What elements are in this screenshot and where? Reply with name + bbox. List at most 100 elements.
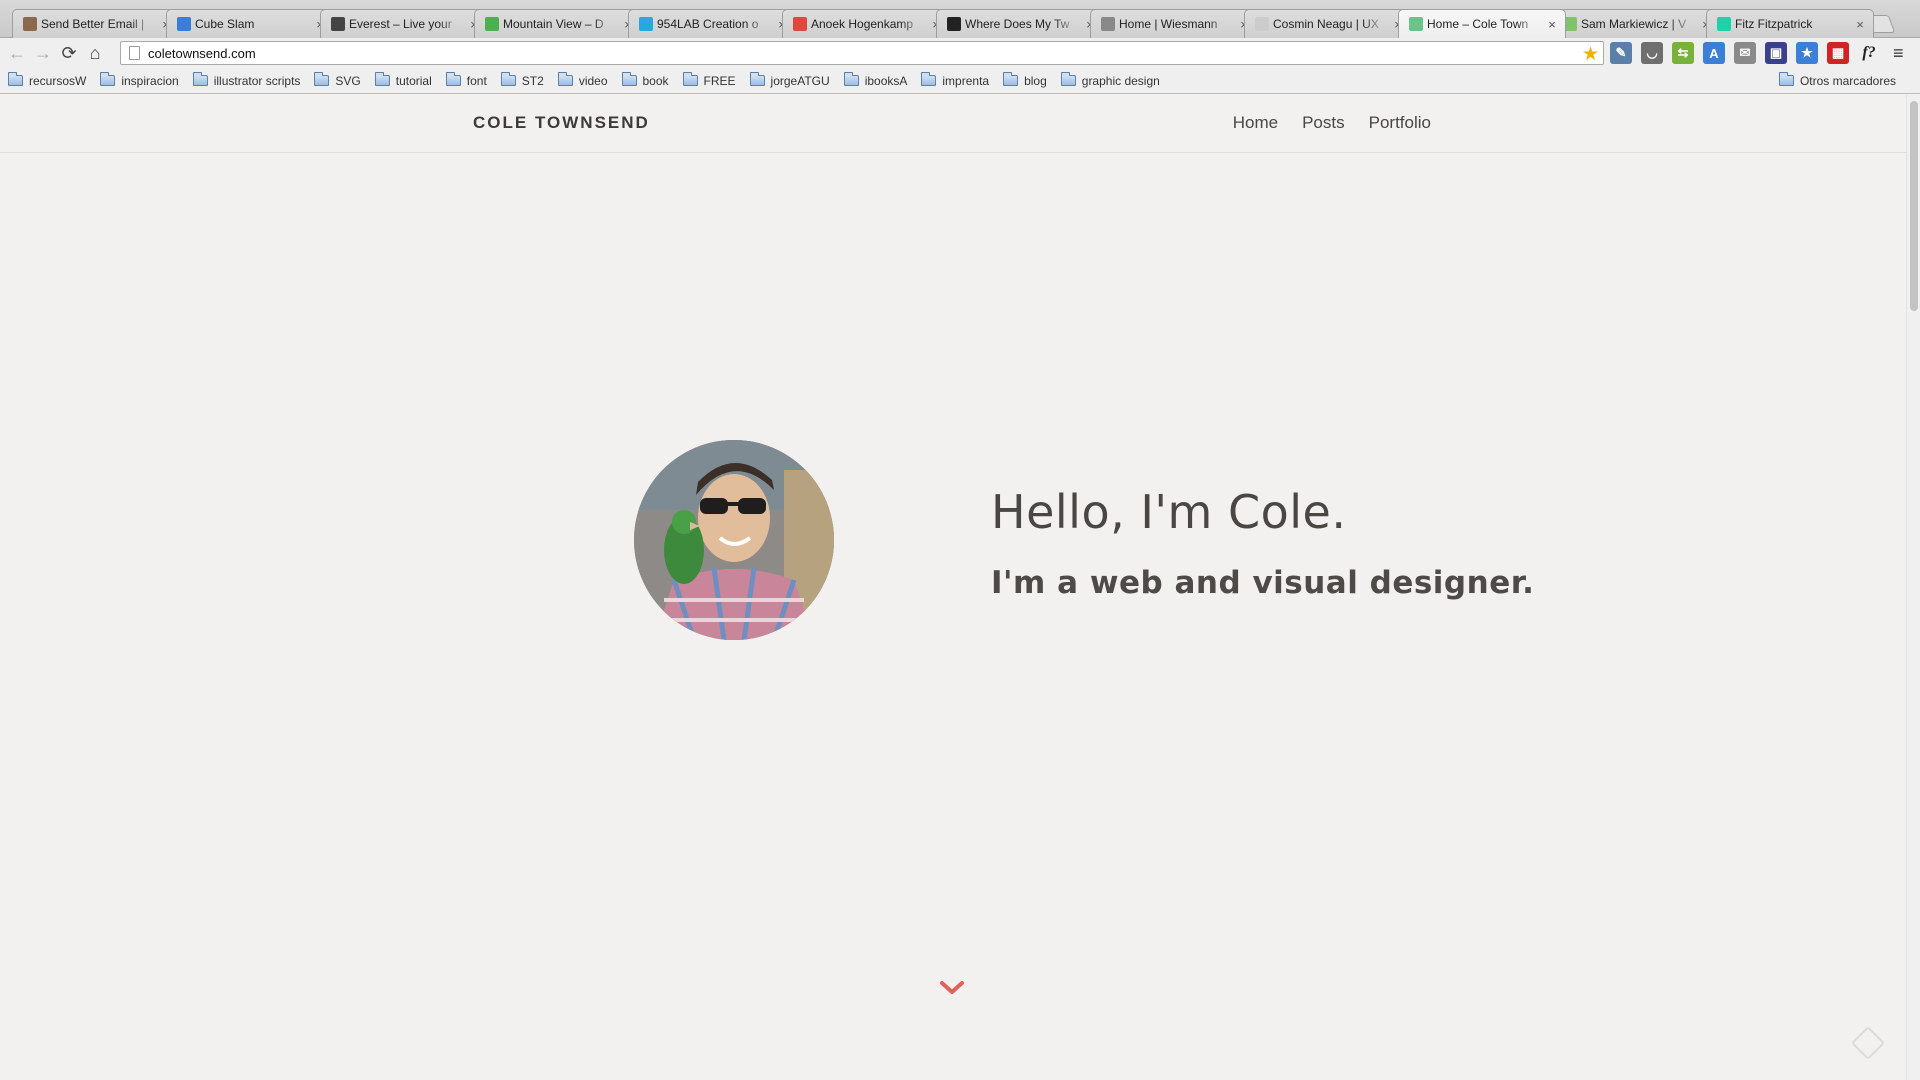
bookmark-folder[interactable]: inspiracion — [100, 72, 179, 88]
address-input[interactable] — [148, 45, 1448, 61]
browser-tab[interactable]: Anoek Hogenkamp× — [782, 9, 950, 38]
bookmark-folder[interactable]: imprenta — [921, 72, 990, 88]
folder-icon — [500, 72, 516, 86]
nav-portfolio-link[interactable]: Portfolio — [1369, 113, 1431, 133]
tab-title: Sam Markiewicz | V — [1581, 17, 1687, 31]
page-viewport: COLE TOWNSEND Home Posts Portfolio Hello… — [0, 95, 1906, 1080]
tab-title: Cube Slam — [195, 17, 255, 31]
page-scrollbar[interactable] — [1906, 95, 1920, 1080]
folder-icon — [1003, 72, 1019, 86]
bookmarks-bar: recursosW inspiracion illustrator scripts S… — [0, 68, 1920, 94]
close-icon[interactable]: × — [1853, 17, 1867, 32]
tab-title: Home – Cole Town — [1427, 17, 1529, 31]
tab-title: Home | Wiesmann — [1119, 17, 1218, 31]
browser-tab[interactable]: Cosmin Neagu | UX× — [1244, 9, 1412, 38]
browser-tab[interactable]: 954LAB Creation o× — [628, 9, 796, 38]
folder-icon — [921, 72, 937, 86]
bookmark-folder[interactable]: blog — [1003, 72, 1047, 88]
browser-tab[interactable]: Fitz Fitzpatrick × — [1706, 9, 1874, 38]
folder-icon — [621, 72, 637, 86]
browser-tab[interactable]: Sam Markiewicz | V× — [1552, 9, 1720, 38]
bookmark-folder[interactable]: FREE — [682, 72, 736, 88]
folder-icon — [749, 72, 765, 86]
tab-title: Anoek Hogenkamp — [811, 17, 914, 31]
tab-title: Mountain View – D — [503, 17, 604, 31]
red-grid-icon[interactable]: ▦ — [1827, 42, 1849, 64]
bookmark-label: FREE — [703, 73, 736, 88]
tab-title: Send Better Email | — [41, 17, 145, 31]
back-button[interactable]: ← — [4, 41, 30, 65]
favicon-icon — [23, 17, 37, 31]
sync-icon[interactable]: ⇆ — [1672, 42, 1694, 64]
reload-button[interactable]: ⟳ — [56, 41, 82, 65]
close-icon[interactable]: × — [1545, 17, 1559, 32]
bookmark-folder[interactable]: video — [557, 72, 608, 88]
bookmark-label: tutorial — [395, 73, 432, 88]
mail-icon[interactable]: ✉ — [1734, 42, 1756, 64]
site-logo[interactable]: COLE TOWNSEND — [473, 113, 650, 133]
bookmark-folder-other[interactable]: Otros marcadores — [1778, 72, 1896, 88]
folder-icon — [1778, 72, 1794, 86]
screen-icon[interactable]: ▣ — [1765, 42, 1787, 64]
folder-icon — [314, 72, 330, 86]
favicon-icon — [485, 17, 499, 31]
favicon-icon — [639, 17, 653, 31]
translate-icon[interactable]: A — [1703, 42, 1725, 64]
favicon-icon — [947, 17, 961, 31]
bookmark-folder[interactable]: font — [445, 72, 487, 88]
bookmark-label: graphic design — [1081, 73, 1160, 88]
address-bar[interactable]: ★ — [120, 41, 1604, 65]
bookmark-folder[interactable]: graphic design — [1060, 72, 1160, 88]
bookmark-folder[interactable]: book — [621, 72, 669, 88]
browser-toolbar: ← → ⟳ ⌂ ★ ✎ ◡ ⇆ A ✉ ▣ ★ ▦ f? ≡ — [0, 38, 1920, 68]
bookmark-label: imprenta — [942, 73, 990, 88]
nav-posts-link[interactable]: Posts — [1302, 113, 1345, 133]
favicon-icon — [793, 17, 807, 31]
font-ext-icon[interactable]: f? — [1858, 42, 1880, 64]
avatar — [634, 440, 834, 640]
favicon-icon — [1255, 17, 1269, 31]
bookmark-label: ST2 — [521, 73, 544, 88]
browser-tab[interactable]: Everest – Live your× — [320, 9, 488, 38]
browser-tab[interactable]: Home | Wiesmann× — [1090, 9, 1258, 38]
bookmark-label: video — [578, 73, 608, 88]
page-icon — [129, 46, 140, 60]
tab-strip: Send Better Email |×Cube Slam×Everest – … — [0, 0, 1920, 38]
bookmark-folder[interactable]: tutorial — [374, 72, 432, 88]
browser-tab[interactable]: Home – Cole Town × — [1398, 9, 1566, 38]
folder-icon — [682, 72, 698, 86]
folder-icon — [374, 72, 390, 86]
tab-title: 954LAB Creation o — [657, 17, 759, 31]
tab-title: Everest – Live your — [349, 17, 452, 31]
browser-tab[interactable]: Cube Slam× — [166, 9, 334, 38]
bookmark-folder[interactable]: ibooksA — [843, 72, 908, 88]
home-button[interactable]: ⌂ — [82, 41, 108, 65]
bookmark-label: ibooksA — [864, 73, 908, 88]
menu-icon[interactable]: ≡ — [1893, 43, 1904, 64]
hero-subtitle: I'm a web and visual designer. — [991, 565, 1535, 601]
pocket-icon[interactable]: ◡ — [1641, 42, 1663, 64]
bookmark-folder[interactable]: recursosW — [8, 72, 87, 88]
eyedropper-icon[interactable]: ✎ — [1610, 42, 1632, 64]
browser-tab[interactable]: Mountain View – D× — [474, 9, 642, 38]
bookmark-folder[interactable]: jorgeATGU — [749, 72, 830, 88]
favicon-icon — [177, 17, 191, 31]
browser-tab[interactable]: Send Better Email |× — [12, 9, 180, 38]
scrollbar-thumb[interactable] — [1910, 101, 1918, 311]
bookmark-label: Otros marcadores — [1799, 73, 1896, 88]
bookmark-folder[interactable]: ST2 — [500, 72, 544, 88]
diamond-badge-icon[interactable] — [1851, 1026, 1885, 1060]
bookmark-label: recursosW — [29, 73, 87, 88]
bookmark-folder[interactable]: SVG — [314, 72, 361, 88]
browser-tab[interactable]: Where Does My Tw× — [936, 9, 1104, 38]
bookmark-folder[interactable]: illustrator scripts — [192, 72, 301, 88]
nav-home-link[interactable]: Home — [1233, 113, 1278, 133]
forward-button[interactable]: → — [30, 41, 56, 65]
bookmark-star-icon[interactable]: ★ — [1796, 42, 1818, 64]
folder-icon — [8, 72, 23, 86]
bookmark-star-icon[interactable]: ★ — [1582, 43, 1599, 66]
bookmark-label: illustrator scripts — [213, 73, 301, 88]
chevron-down-icon[interactable] — [939, 980, 965, 996]
bookmark-label: book — [642, 73, 669, 88]
folder-icon — [192, 72, 208, 86]
